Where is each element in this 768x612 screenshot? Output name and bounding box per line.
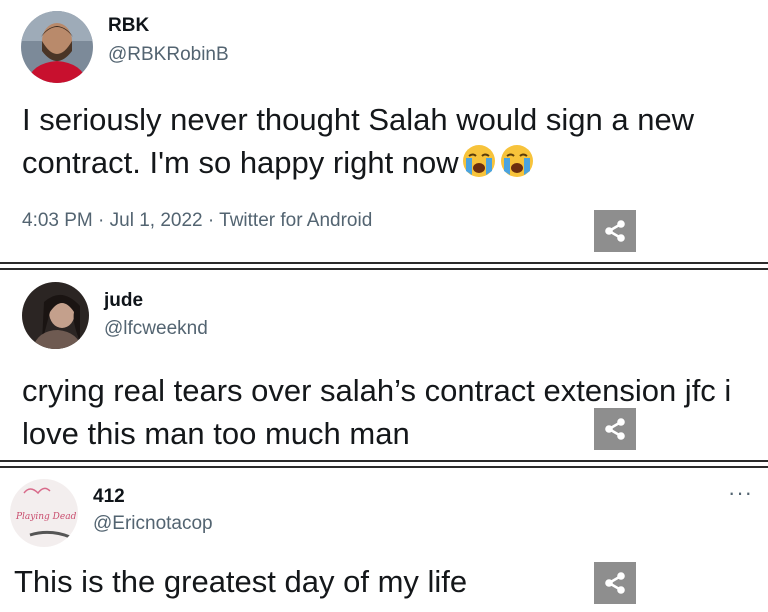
tweet-rbk: RBK @RBKRobinB I seriously never thought… bbox=[0, 0, 768, 262]
tweet-412: Playing Dead 412 @Ericnotacop ··· This i… bbox=[0, 468, 768, 612]
share-icon bbox=[605, 220, 625, 242]
avatar-image: Playing Dead bbox=[10, 479, 78, 547]
tweet-text-body: I seriously never thought Salah would si… bbox=[22, 102, 695, 180]
share-button[interactable] bbox=[594, 562, 636, 604]
crying-face-icon bbox=[461, 143, 497, 190]
avatar-rbk[interactable] bbox=[21, 11, 93, 83]
avatar-image bbox=[22, 282, 89, 349]
author-handle[interactable]: @RBKRobinB bbox=[108, 44, 229, 66]
crying-face-icon bbox=[499, 143, 535, 190]
share-icon bbox=[605, 572, 625, 594]
avatar-text: Playing Dead bbox=[15, 512, 77, 522]
avatar-image bbox=[21, 11, 93, 83]
tweet-text: I seriously never thought Salah would si… bbox=[22, 98, 752, 190]
tweet-divider bbox=[0, 460, 768, 468]
more-options-icon[interactable]: ··· bbox=[728, 480, 753, 506]
author-name[interactable]: 412 bbox=[93, 486, 125, 508]
author-name[interactable]: RBK bbox=[108, 15, 149, 37]
avatar-412[interactable]: Playing Dead bbox=[10, 479, 78, 547]
tweet-text: This is the greatest day of my life bbox=[14, 564, 468, 599]
tweet-timestamp[interactable]: 4:03 PM · Jul 1, 2022 · Twitter for Andr… bbox=[22, 210, 372, 232]
author-handle[interactable]: @lfcweeknd bbox=[104, 318, 208, 340]
author-name[interactable]: jude bbox=[104, 290, 143, 312]
share-button[interactable] bbox=[594, 210, 636, 252]
tweet-jude: jude @lfcweeknd crying real tears over s… bbox=[0, 270, 768, 460]
share-button[interactable] bbox=[594, 408, 636, 450]
author-handle[interactable]: @Ericnotacop bbox=[93, 513, 213, 535]
avatar-jude[interactable] bbox=[22, 282, 89, 349]
tweet-text: crying real tears over salah’s contract … bbox=[22, 373, 732, 451]
share-icon bbox=[605, 418, 625, 440]
tweet-divider bbox=[0, 262, 768, 270]
